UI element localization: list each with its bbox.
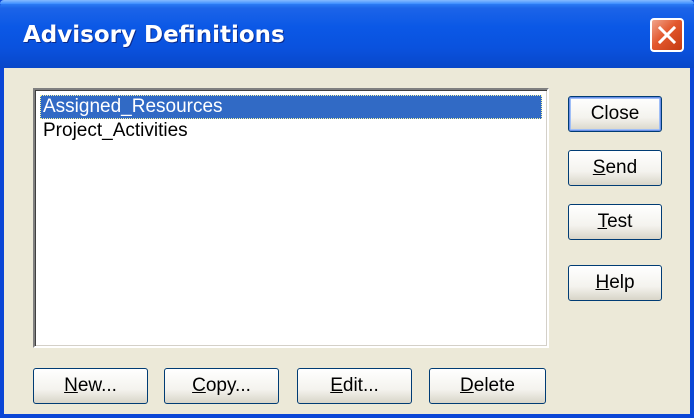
definitions-listbox[interactable]: Assigned_Resources Project_Activities (33, 88, 549, 348)
list-item-assigned-resources[interactable]: Assigned_Resources (40, 95, 542, 119)
list-item-project-activities[interactable]: Project_Activities (40, 119, 542, 143)
new-button-label: New... (64, 375, 117, 396)
help-button-label: Help (595, 272, 635, 293)
test-button[interactable]: Test (568, 204, 662, 240)
delete-button[interactable]: Delete (429, 368, 546, 404)
title-bar[interactable]: Advisory Definitions (0, 0, 694, 68)
test-button-label: Test (597, 211, 633, 232)
copy-button-label: Copy... (192, 375, 251, 396)
send-button-label: Send (592, 157, 638, 178)
copy-button[interactable]: Copy... (164, 368, 279, 404)
window-title: Advisory Definitions (23, 22, 285, 48)
edit-button-label: Edit... (330, 375, 379, 396)
close-icon (657, 25, 677, 45)
send-button[interactable]: Send (568, 150, 662, 186)
close-button-label: Close (590, 103, 640, 124)
delete-button-label: Delete (460, 375, 515, 396)
close-button[interactable]: Close (568, 96, 662, 132)
edit-button[interactable]: Edit... (297, 368, 412, 404)
close-window-button[interactable] (650, 18, 684, 52)
help-button[interactable]: Help (568, 265, 662, 301)
new-button[interactable]: New... (33, 368, 148, 404)
dialog-window: Advisory Definitions Assigned_Resources … (0, 0, 694, 418)
